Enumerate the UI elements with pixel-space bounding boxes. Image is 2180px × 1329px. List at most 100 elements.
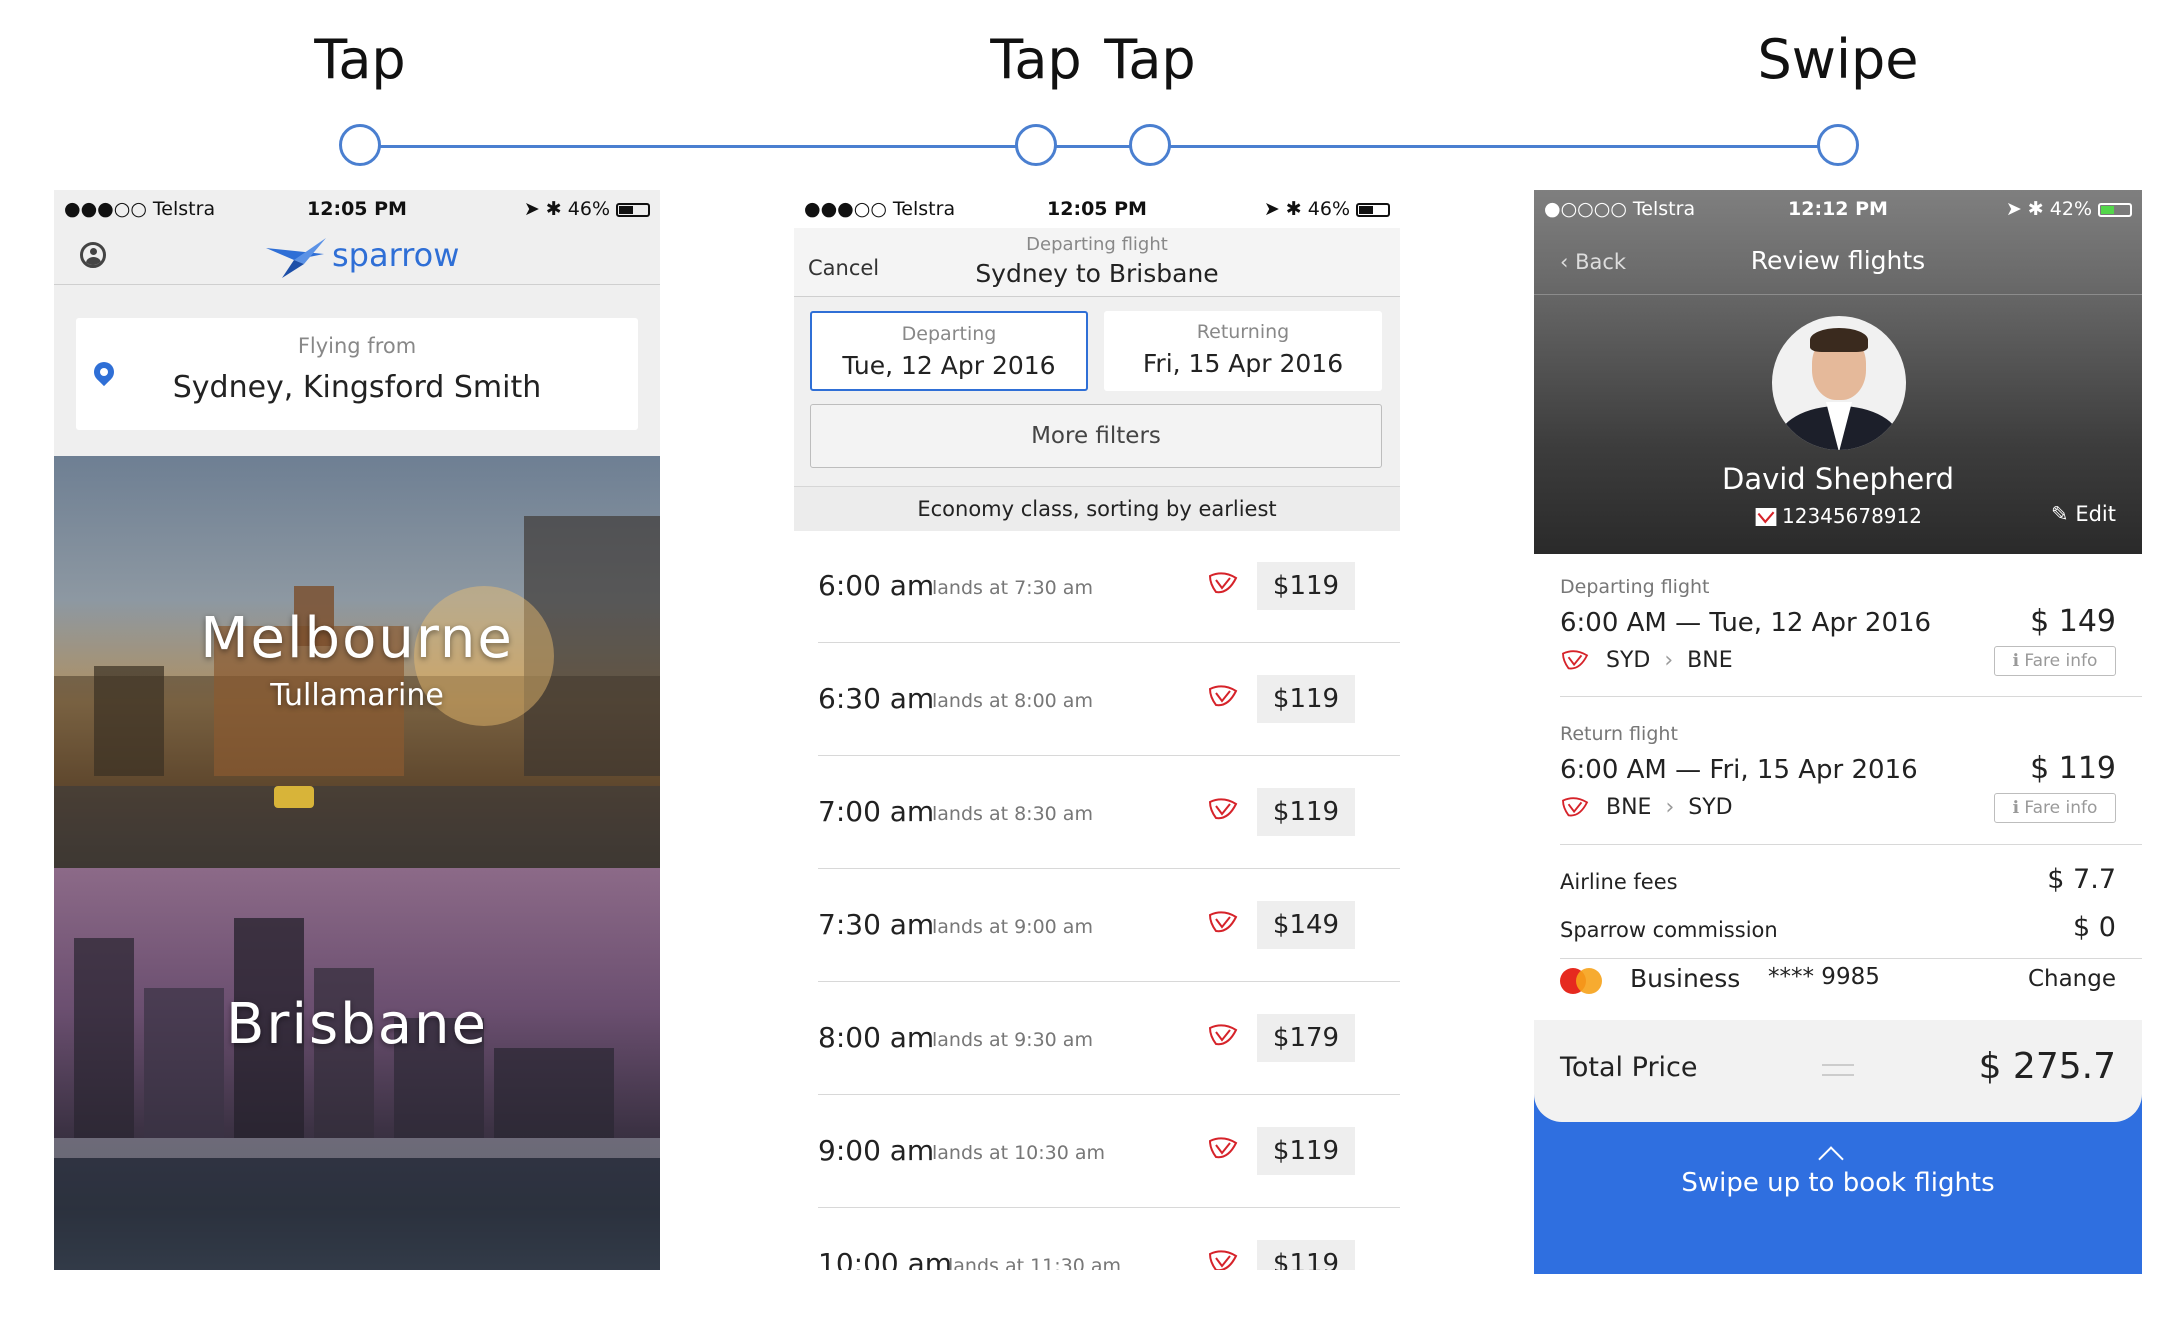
city-name: Brisbane: [226, 992, 488, 1057]
returning-label: Returning: [1196, 321, 1290, 343]
timeline-node-tap-1: [1015, 124, 1057, 166]
airport-name: Tullamarine: [270, 678, 444, 713]
fare-info-button[interactable]: ℹ Fare info: [1994, 793, 2116, 823]
fare-info-button[interactable]: ℹ Fare info: [1994, 646, 2116, 676]
filters-panel: Departing Tue, 12 Apr 2016 Returning Fri…: [794, 297, 1400, 487]
nav-subtitle: Departing flight: [1026, 234, 1168, 255]
card-name: Business: [1630, 964, 1741, 993]
route-destination: SYD: [1688, 795, 1733, 820]
payment-card-row: Business **** 9985 Change: [1534, 960, 2142, 1006]
virgin-airline-icon: [1208, 798, 1238, 820]
route-destination: BNE: [1687, 648, 1733, 673]
price-button[interactable]: $119: [1257, 675, 1355, 723]
total-price-panel[interactable]: Total Price $ 275.7: [1534, 1020, 2142, 1122]
flight-row[interactable]: 10:00 am lands at 11:30 am $119: [818, 1208, 1400, 1270]
step-label-tap-1: Tap: [990, 28, 1082, 91]
departure-time: 6:30 am: [818, 682, 935, 715]
returning-value: Fri, 15 Apr 2016: [1142, 349, 1344, 378]
return-route: BNE › SYD: [1560, 795, 1733, 820]
flying-from-label: Flying from: [297, 334, 417, 358]
passenger-name: David Shepherd: [1721, 462, 1955, 496]
virgin-airline-icon: [1208, 572, 1238, 594]
departure-time: 7:00 am: [818, 795, 935, 828]
virgin-airline-icon: [1208, 1137, 1238, 1159]
change-card-button[interactable]: Change: [2028, 966, 2116, 992]
status-right: ➤ ✱ 46%: [524, 198, 650, 220]
status-right: ➤ ✱ 46%: [1264, 198, 1390, 220]
sparrow-logo-icon: [266, 238, 326, 278]
chevron-right-icon: ›: [1664, 648, 1674, 673]
departure-time: 8:00 am: [818, 1021, 935, 1054]
nav-title: Sydney to Brisbane: [975, 259, 1219, 288]
step-label-swipe: Swipe: [1757, 28, 1919, 91]
phone-review-screen: ●○○○○ Telstra 12:12 PM ➤ ✱ 42% ‹ Back Re…: [1534, 190, 2142, 1274]
departing-route: SYD › BNE: [1560, 648, 1733, 673]
timeline-node-tap: [339, 124, 381, 166]
step-label-tap-2: Tap: [1104, 28, 1196, 91]
phone-flight-list-screen: ●●●○○ Telstra 12:05 PM ➤ ✱ 46% Cancel De…: [794, 190, 1400, 1270]
brand-name: sparrow: [332, 236, 460, 274]
arrival-time: lands at 11:30 am: [948, 1255, 1122, 1270]
flight-row[interactable]: 6:00 am lands at 7:30 am $119: [818, 530, 1400, 643]
departure-time: 9:00 am: [818, 1134, 935, 1167]
destination-card-brisbane[interactable]: Brisbane: [54, 868, 660, 1270]
arrival-time: lands at 8:30 am: [932, 803, 1093, 825]
return-flight-summary: 6:00 AM — Fri, 15 Apr 2016: [1560, 755, 1918, 785]
phone-search-screen: ●●●○○ Telstra 12:05 PM ➤ ✱ 46% sparrow F…: [54, 190, 660, 1270]
arrival-time: lands at 10:30 am: [932, 1142, 1106, 1164]
airline-fees-value: $ 7.7: [2047, 864, 2116, 895]
route-origin: BNE: [1606, 795, 1652, 820]
price-button[interactable]: $119: [1257, 1127, 1355, 1175]
battery-icon: [2098, 203, 2132, 217]
flight-row[interactable]: 6:30 am lands at 8:00 am $119: [818, 643, 1400, 756]
departing-flight-label: Departing flight: [1560, 576, 1710, 598]
total-price-label: Total Price: [1560, 1052, 1698, 1083]
timeline-node-swipe: [1817, 124, 1859, 166]
airline-fees-label: Airline fees: [1560, 870, 1678, 894]
flight-row[interactable]: 8:00 am lands at 9:30 am $179: [818, 982, 1400, 1095]
virgin-airline-icon: [1208, 1024, 1238, 1046]
member-number: 12345678912: [1782, 504, 1922, 528]
drag-handle-icon[interactable]: [1822, 1064, 1854, 1076]
timeline-line: [380, 145, 1840, 148]
brisbane-photo: [54, 918, 660, 1270]
price-button[interactable]: $119: [1257, 562, 1355, 610]
edit-button[interactable]: ✎ Edit: [2051, 502, 2116, 526]
arrival-time: lands at 9:30 am: [932, 1029, 1093, 1051]
section-divider: [1560, 696, 2142, 697]
more-filters-button[interactable]: More filters: [810, 404, 1382, 468]
flying-from-field[interactable]: Flying from Sydney, Kingsford Smith: [76, 318, 638, 430]
commission-label: Sparrow commission: [1560, 918, 1778, 942]
flight-row[interactable]: 9:00 am lands at 10:30 am $119: [818, 1095, 1400, 1208]
price-button[interactable]: $119: [1257, 1240, 1355, 1270]
virgin-airline-icon: [1208, 911, 1238, 933]
arrival-time: lands at 8:00 am: [932, 690, 1093, 712]
profile-header: ●○○○○ Telstra 12:12 PM ➤ ✱ 42% ‹ Back Re…: [1534, 190, 2142, 554]
flying-from-value: Sydney, Kingsford Smith: [172, 370, 542, 405]
price-button[interactable]: $149: [1257, 901, 1355, 949]
price-button[interactable]: $179: [1257, 1014, 1355, 1062]
departing-value: Tue, 12 Apr 2016: [842, 351, 1056, 380]
returning-date-button[interactable]: Returning Fri, 15 Apr 2016: [1104, 311, 1382, 391]
status-bar: ●○○○○ Telstra 12:12 PM ➤ ✱ 42%: [1534, 190, 2142, 228]
battery-icon: [616, 203, 650, 217]
profile-icon[interactable]: [80, 242, 106, 268]
departure-time: 7:30 am: [818, 908, 935, 941]
header-divider: [1534, 294, 2142, 295]
avatar: [1772, 316, 1906, 450]
flight-row[interactable]: 7:30 am lands at 9:00 am $149: [818, 869, 1400, 982]
departing-flight-summary: 6:00 AM — Tue, 12 Apr 2016: [1560, 608, 1932, 638]
mastercard-icon: [1560, 968, 1602, 994]
arrival-time: lands at 7:30 am: [932, 577, 1093, 599]
price-button[interactable]: $119: [1257, 788, 1355, 836]
return-flight-price: $ 119: [2030, 751, 2116, 786]
return-flight-label: Return flight: [1560, 723, 1678, 745]
destination-card-melbourne[interactable]: Melbourne Tullamarine: [54, 456, 660, 868]
virgin-airline-icon: [1208, 1250, 1238, 1270]
route-origin: SYD: [1606, 648, 1651, 673]
arrival-time: lands at 9:00 am: [932, 916, 1093, 938]
departing-date-button[interactable]: Departing Tue, 12 Apr 2016: [810, 311, 1088, 391]
flight-row[interactable]: 7:00 am lands at 8:30 am $119: [818, 756, 1400, 869]
swipe-up-text: Swipe up to book flights: [1681, 1168, 1995, 1198]
departure-time: 6:00 am: [818, 569, 935, 602]
